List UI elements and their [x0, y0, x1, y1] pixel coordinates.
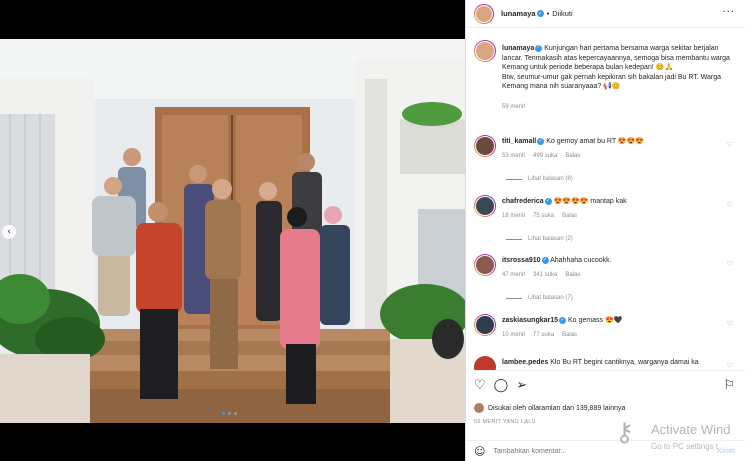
post-timestamp[interactable]: 59 MENIT YANG LALU — [474, 419, 536, 425]
comment-time[interactable]: 10 menit — [502, 332, 525, 338]
liker-avatar — [474, 403, 484, 413]
commenter-avatar[interactable] — [474, 314, 496, 336]
comment-like-heart-icon[interactable]: ♡ — [727, 141, 733, 149]
comment-input[interactable] — [493, 448, 634, 455]
comment-username[interactable]: titi_kamall — [502, 138, 536, 145]
group-photo-illustration — [0, 39, 465, 423]
comment-like-heart-icon[interactable]: ♡ — [727, 362, 733, 370]
comment-text: Ko gemass 😍🖤 — [568, 317, 623, 324]
reply-button[interactable]: Balas — [562, 332, 577, 338]
likes-summary[interactable]: Disukai oleh ollaramlan dan 139,889 lain… — [474, 403, 625, 413]
view-replies-label[interactable]: Lihat balasan (8) — [528, 176, 573, 182]
like-heart-icon[interactable]: ♡ — [474, 378, 486, 393]
reply-button[interactable]: Balas — [565, 153, 580, 159]
instagram-post-viewer: ‹ lunamaya ✓ • Diikuti ··· lunamaya ✓ Kun… — [0, 0, 745, 461]
post-header: lunamaya ✓ • Diikuti ··· — [466, 0, 745, 28]
reply-button[interactable]: Balas — [565, 272, 580, 278]
more-options-icon[interactable]: ··· — [722, 7, 735, 18]
share-paper-plane-icon[interactable]: ➢ — [516, 378, 527, 393]
caption-avatar[interactable] — [474, 40, 496, 62]
view-replies[interactable]: Lihat balasan (8) — [506, 176, 573, 182]
post-photo[interactable] — [0, 39, 465, 423]
comment-username[interactable]: zaskiasungkar15 — [502, 317, 558, 324]
author-avatar[interactable] — [474, 3, 494, 24]
verified-badge-icon: ✓ — [535, 44, 543, 52]
post-actions: ♡ ◯ ➢ ⚐ Disukai oleh ollaramlan dan 139,… — [466, 370, 745, 461]
post-caption: lunamaya ✓ Kunjungan hari pertama bersama… — [466, 36, 745, 113]
verified-badge-icon: ✓ — [541, 256, 549, 264]
commenter-avatar[interactable] — [474, 356, 496, 370]
post-comment-button[interactable]: Kirim — [717, 448, 735, 455]
carousel-indicator — [222, 412, 237, 415]
comment-like-heart-icon[interactable]: ♡ — [727, 320, 733, 328]
comment-likes[interactable]: 341 suka — [533, 272, 557, 278]
verified-badge-icon: ✓ — [536, 10, 544, 17]
caption-username[interactable]: lunamaya — [502, 45, 534, 52]
carousel-dot — [234, 412, 237, 415]
emoji-smiley-icon[interactable]: ☺ — [474, 445, 485, 458]
view-replies-label[interactable]: Lihat balasan (2) — [528, 236, 573, 242]
comment-text: Ko gemoy amat bu RT 😍😍😍 — [546, 138, 645, 145]
following-status[interactable]: Diikuti — [552, 9, 572, 18]
comment-time[interactable]: 18 menit — [502, 213, 525, 219]
comment-like-heart-icon[interactable]: ♡ — [727, 260, 733, 268]
add-comment-bar: ☺ Kirim — [466, 440, 745, 461]
verified-badge-icon: ✓ — [544, 197, 552, 205]
comment-likes[interactable]: 75 suka — [533, 213, 554, 219]
caption-time[interactable]: 59 menit — [502, 104, 525, 110]
commenter-avatar[interactable] — [474, 254, 496, 276]
author-username[interactable]: lunamaya — [501, 9, 536, 18]
carousel-prev-arrow-icon[interactable]: ‹ — [2, 225, 16, 239]
verified-badge-icon: ✓ — [559, 316, 567, 324]
comments-list[interactable]: lunamaya ✓ Kunjungan hari pertama bersama… — [466, 36, 745, 370]
photo-pane: ‹ — [0, 0, 465, 461]
comment-text: Klo Bu RT begini cantiknya, warganya dam… — [550, 359, 699, 366]
comment-username[interactable]: lambee.pedes — [502, 359, 548, 366]
comment-text: Ahahhaha cucookk. — [550, 257, 612, 264]
caption-text-2: Btw, seumur-umur gak pernah kepikiran si… — [502, 73, 722, 91]
comment-bubble-icon[interactable]: ◯ — [494, 378, 509, 393]
separator-dot: • — [546, 9, 550, 18]
comment-time[interactable]: 53 menit — [502, 153, 525, 159]
comment-item: lambee.pedes Klo Bu RT begini cantiknya,… — [474, 356, 736, 370]
view-replies-label[interactable]: Lihat balasan (7) — [528, 295, 573, 301]
comment-username[interactable]: itsrossa910 — [502, 257, 541, 264]
carousel-dot — [228, 412, 231, 415]
comment-username[interactable]: chafrederica — [502, 198, 544, 205]
comment-likes[interactable]: 499 suka — [533, 153, 557, 159]
view-replies[interactable]: Lihat balasan (7) — [506, 295, 573, 301]
comment-item: titi_kamall ✓ Ko gemoy amat bu RT 😍😍😍 53 … — [474, 135, 736, 161]
comment-text: 😍😍😍😍 mantap kak — [553, 198, 627, 205]
comment-like-heart-icon[interactable]: ♡ — [727, 201, 733, 209]
post-side-panel: lunamaya ✓ • Diikuti ··· lunamaya ✓ Kunju… — [465, 0, 745, 461]
carousel-dot-active — [222, 412, 225, 415]
comment-item: chafrederica ✓ 😍😍😍😍 mantap kak 18 menit 75… — [474, 195, 736, 221]
verified-badge-icon: ✓ — [537, 137, 545, 145]
commenter-avatar[interactable] — [474, 135, 496, 157]
commenter-avatar[interactable] — [474, 195, 496, 217]
comment-item: itsrossa910 ✓ Ahahhaha cucookk. 47 menit 3… — [474, 254, 736, 280]
bookmark-icon[interactable]: ⚐ — [723, 378, 735, 393]
comment-item: zaskiasungkar15 ✓ Ko gemass 😍🖤 10 menit 77… — [474, 314, 736, 340]
liked-by-text[interactable]: Disukai oleh ollaramlan dan 139,889 lain… — [488, 405, 625, 412]
comment-likes[interactable]: 77 suka — [533, 332, 554, 338]
reply-button[interactable]: Balas — [562, 213, 577, 219]
comment-time[interactable]: 47 menit — [502, 272, 525, 278]
view-replies[interactable]: Lihat balasan (2) — [506, 236, 573, 242]
